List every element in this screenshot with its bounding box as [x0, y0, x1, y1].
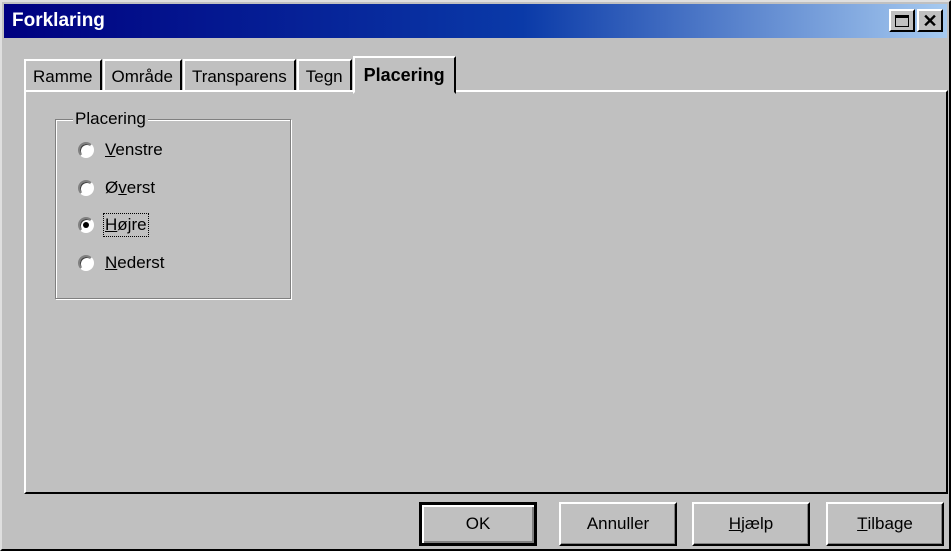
radio-nederst[interactable]: Nederst — [78, 253, 165, 273]
tab-transparens[interactable]: Transparens — [182, 59, 296, 92]
radio-label: Nederst — [105, 253, 165, 272]
tab-strip: Ramme Område Transparens Tegn Placering — [24, 54, 457, 94]
radio-button[interactable] — [78, 255, 94, 271]
radio-overst[interactable]: Øverst — [78, 178, 155, 198]
tab-ramme[interactable]: Ramme — [24, 59, 102, 92]
radio-button[interactable] — [78, 180, 94, 196]
radio-button-selected[interactable] — [78, 217, 94, 233]
radio-venstre[interactable]: Venstre — [78, 140, 163, 160]
tab-panel: Placering Venstre Øverst Højre Nederst — [24, 90, 948, 494]
radio-label: Venstre — [105, 140, 163, 159]
cancel-button[interactable]: Annuller — [559, 502, 677, 546]
close-icon: ✕ — [922, 10, 938, 31]
title-bar[interactable]: Forklaring ✕ — [4, 4, 947, 38]
window-title: Forklaring — [12, 10, 105, 31]
tab-placering[interactable]: Placering — [352, 56, 456, 94]
close-button[interactable]: ✕ — [917, 9, 943, 32]
radio-label: Højre — [103, 213, 149, 237]
radio-label: Øverst — [105, 178, 156, 197]
maximize-icon — [895, 14, 909, 27]
help-button[interactable]: Hjælp — [692, 502, 810, 546]
radio-hojre[interactable]: Højre — [78, 213, 149, 237]
dialog-window: Forklaring ✕ Ramme Område Transparens Te… — [0, 0, 951, 551]
maximize-button[interactable] — [889, 9, 915, 32]
radio-dot — [83, 222, 89, 228]
button-bar: OK Annuller Hjælp Tilbage — [2, 502, 949, 547]
tab-omrade[interactable]: Område — [102, 59, 182, 92]
back-button[interactable]: Tilbage — [826, 502, 944, 546]
radio-button[interactable] — [78, 142, 94, 158]
placement-groupbox: Placering Venstre Øverst Højre Nederst — [55, 109, 291, 299]
ok-button[interactable]: OK — [419, 502, 537, 546]
groupbox-title: Placering — [73, 109, 148, 129]
tab-tegn[interactable]: Tegn — [296, 59, 352, 92]
